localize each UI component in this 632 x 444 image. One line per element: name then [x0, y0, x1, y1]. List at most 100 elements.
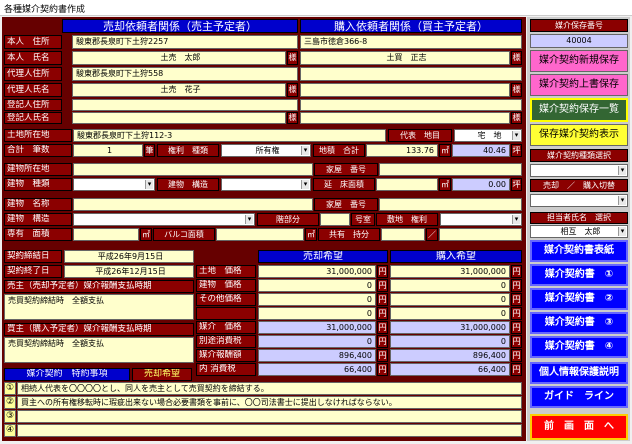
buyer-timing-input[interactable]: 売買契約締結時 全額支払: [4, 337, 194, 363]
price-buy-input[interactable]: 31,000,000: [390, 321, 510, 334]
price-sell-input[interactable]: 0: [258, 307, 376, 320]
kozo-select[interactable]: ▾: [221, 178, 311, 191]
cover-button[interactable]: 媒介契約書表紙: [530, 240, 628, 262]
buyer-agent-name-input[interactable]: [300, 83, 510, 97]
seller-timing-input[interactable]: 売買契約締結時 全額支払: [4, 294, 194, 320]
price-row-label: 媒介報酬額: [196, 349, 256, 362]
kenri-label: 権利 種類: [157, 144, 219, 157]
price-sell-input[interactable]: 31,000,000: [258, 265, 376, 278]
buyer-reg-address-input[interactable]: [300, 99, 522, 111]
price-sell-input[interactable]: 31,000,000: [258, 321, 376, 334]
kyoyu-input2[interactable]: [439, 228, 522, 241]
kyoyu-input1[interactable]: [381, 228, 425, 241]
buyer-name-input[interactable]: 土買 正志: [300, 51, 510, 65]
tokuyaku-input[interactable]: [17, 410, 522, 423]
chevron-down-icon: ▾: [618, 166, 626, 175]
price-row-label: [196, 307, 256, 320]
seller-address-input[interactable]: 駿東郡長泉町下土狩2257: [72, 35, 298, 49]
tokuyaku-input[interactable]: 相続人代表を〇〇〇〇とし、同人を売主として売買契約を締結する。: [17, 382, 522, 395]
area-total-input[interactable]: 133.76: [366, 144, 438, 157]
sell-buy-dropdown[interactable]: ▾: [530, 194, 628, 207]
doc4-button[interactable]: 媒介契約書 ④: [530, 336, 628, 358]
price-row-label: 別途消費税: [196, 335, 256, 348]
chevron-down-icon: ▾: [512, 131, 520, 140]
seller-sama: 様: [287, 51, 298, 65]
agent-name-input[interactable]: 土売 花子: [72, 83, 286, 97]
price-sell-input[interactable]: 896,400: [258, 349, 376, 362]
nobe-input[interactable]: [376, 178, 438, 191]
yen-unit: 円: [377, 307, 388, 320]
tsubo-value: 40.46: [452, 144, 510, 157]
yen-unit: 円: [377, 265, 388, 278]
hissu-input[interactable]: 1: [73, 144, 143, 157]
show-saved-button[interactable]: 保存媒介契約表示: [530, 124, 628, 146]
kaoku2-label: 家屋 番号: [314, 198, 378, 211]
agent-address-input[interactable]: 駿東郡長泉町下土狩558: [72, 67, 298, 81]
chevron-down-icon: ▾: [512, 215, 520, 224]
kozo2-select[interactable]: ▾: [73, 213, 255, 226]
saved-list-button[interactable]: 媒介契約保存一覧: [530, 98, 628, 122]
buyer-address-input[interactable]: 三島市徳倉366-8: [300, 35, 522, 49]
doc1-button[interactable]: 媒介契約書 ①: [530, 264, 628, 286]
chevron-down-icon: ▾: [618, 227, 626, 236]
yen-unit: 円: [511, 265, 522, 278]
senyu-label: 専有 面積: [4, 228, 72, 241]
bldg-kozo2-label: 建物 構造: [4, 213, 72, 226]
kaoku-input[interactable]: [379, 163, 522, 176]
seller-name-input[interactable]: 土売 太郎: [72, 51, 286, 65]
price-sell-input[interactable]: 0: [258, 335, 376, 348]
yen-unit: 円: [377, 293, 388, 306]
guideline-button[interactable]: ガイド ライン: [530, 386, 628, 408]
chimoku-select[interactable]: 宅 地 ▾: [454, 129, 522, 142]
tokuyaku-input[interactable]: 買主への所有権移転時に瑕疵出来ない場合必要書類を事前に、〇〇司法書士に提出しなけ…: [17, 396, 522, 409]
tanto-dropdown[interactable]: 相互 太郎 ▾: [530, 225, 628, 238]
land-location-input[interactable]: 駿東郡長泉町下土狩112-3: [73, 129, 386, 142]
doc2-button[interactable]: 媒介契約書 ②: [530, 288, 628, 310]
bldg-type-select[interactable]: ▾: [73, 178, 155, 191]
doc3-button[interactable]: 媒介契約書 ③: [530, 312, 628, 334]
yen-unit: 円: [377, 349, 388, 362]
price-buy-input[interactable]: 0: [390, 279, 510, 292]
tokuyaku-input[interactable]: [17, 424, 522, 437]
price-sell-input[interactable]: 0: [258, 293, 376, 306]
kaibun-label: 階部分: [257, 213, 319, 226]
price-buy-input[interactable]: 66,400: [390, 363, 510, 376]
back-button[interactable]: 前 画 面 へ: [530, 414, 628, 440]
reg-name-input[interactable]: [72, 112, 286, 124]
price-buy-input[interactable]: 0: [390, 307, 510, 320]
tanto-label: 担当者氏名 選択: [530, 212, 628, 224]
seller-timing-label: 売主（売却予定者）媒介報酬支払時期: [4, 280, 194, 293]
tanto-value: 相互 太郎: [560, 226, 601, 236]
kenri-select[interactable]: 所有権 ▾: [221, 144, 311, 157]
kaibun-input[interactable]: [320, 213, 350, 226]
shikichi-select[interactable]: ▾: [440, 213, 522, 226]
overwrite-save-button[interactable]: 媒介契約上書保存: [530, 74, 628, 96]
contract-start-input[interactable]: 平成26年9月15日: [64, 250, 194, 263]
type-select-dropdown[interactable]: ▾: [530, 164, 628, 177]
price-sell-input[interactable]: 0: [258, 279, 376, 292]
bldg-location-input[interactable]: [73, 163, 313, 176]
buyer-agent-sama: 様: [511, 83, 522, 97]
price-buy-input[interactable]: 0: [390, 335, 510, 348]
kaoku-label: 家屋 番号: [314, 163, 378, 176]
buyer-reg-name-input[interactable]: [300, 112, 510, 124]
senyu-input[interactable]: [73, 228, 139, 241]
balcony-input[interactable]: [216, 228, 304, 241]
bldg-name-input[interactable]: [73, 198, 313, 211]
price-buy-input[interactable]: 31,000,000: [390, 265, 510, 278]
privacy-button[interactable]: 個人情報保護説明: [530, 362, 628, 384]
baikyaku-kibo-badge[interactable]: 売却希望: [132, 368, 192, 381]
tsubo-unit: 坪: [511, 144, 522, 157]
new-save-button[interactable]: 媒介契約新規保存: [530, 50, 628, 72]
reg-name-label: 登記人氏名: [4, 112, 62, 124]
contract-start-label: 契約締結日: [4, 250, 62, 263]
price-sell-input[interactable]: 66,400: [258, 363, 376, 376]
kaoku2-input[interactable]: [379, 198, 522, 211]
yen-unit: 円: [511, 335, 522, 348]
price-buy-input[interactable]: 0: [390, 293, 510, 306]
reg-address-input[interactable]: [72, 99, 298, 111]
contract-end-input[interactable]: 平成26年12月15日: [64, 265, 194, 278]
yen-unit: 円: [511, 321, 522, 334]
price-buy-input[interactable]: 896,400: [390, 349, 510, 362]
buyer-agent-address-input[interactable]: [300, 67, 522, 81]
